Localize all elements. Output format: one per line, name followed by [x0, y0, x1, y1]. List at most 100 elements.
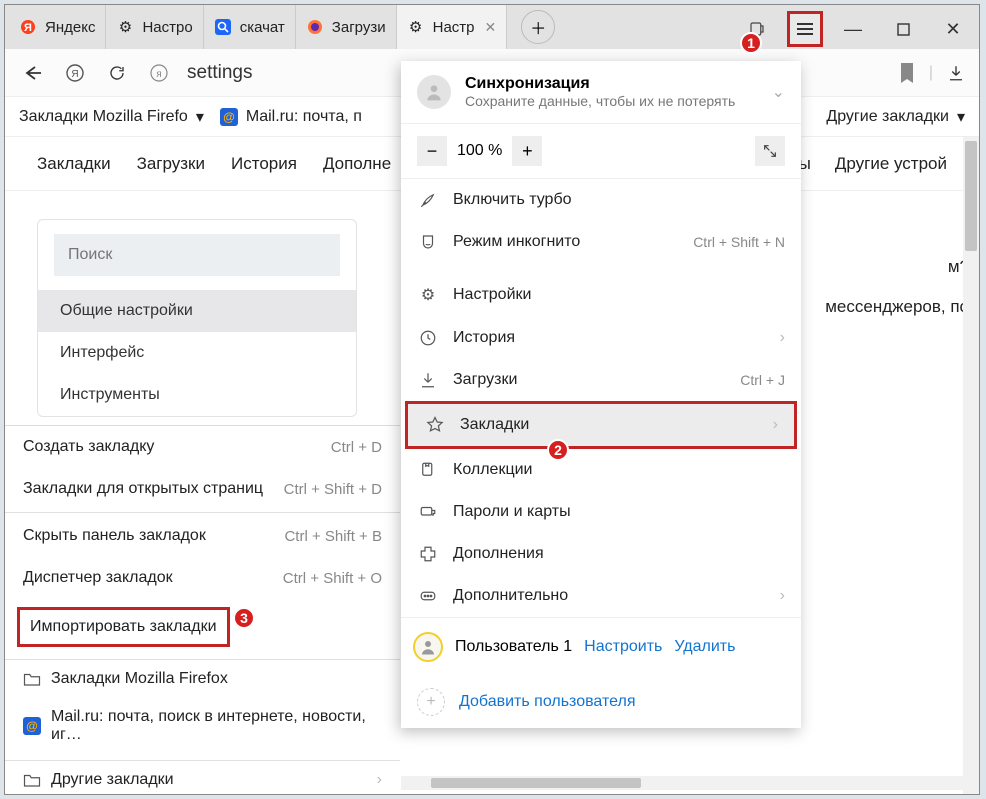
nav-other-devices[interactable]: Другие устрой [835, 154, 947, 174]
sync-subtitle: Сохраните данные, чтобы их не потерять [465, 93, 735, 109]
menu-label: Пароли и карты [453, 503, 571, 521]
star-icon [424, 416, 446, 434]
submenu-bookmark-manager[interactable]: Диспетчер закладок Ctrl + Shift + O [5, 557, 400, 599]
user-configure-link[interactable]: Настроить [584, 638, 662, 656]
nav-history[interactable]: История [231, 154, 297, 174]
close-window-button[interactable]: ✕ [933, 13, 973, 45]
menu-label: Коллекции [453, 461, 532, 479]
shortcut-text: Ctrl + Shift + N [693, 234, 785, 250]
callout-badge-1: 1 [740, 32, 762, 54]
user-delete-link[interactable]: Удалить [674, 638, 735, 656]
tab-firefox[interactable]: Загрузи [296, 5, 397, 49]
sidebar-item-tools[interactable]: Инструменты [38, 374, 356, 416]
sidebar-item-interface[interactable]: Интерфейс [38, 332, 356, 374]
maximize-button[interactable] [883, 13, 923, 45]
callout-badge-2: 2 [547, 439, 569, 461]
menu-settings[interactable]: ⚙ Настройки [401, 273, 801, 317]
main-menu-button[interactable] [787, 11, 823, 47]
bookmark-mailru[interactable]: @ Mail.ru: почта, п [220, 108, 362, 126]
mailru-icon: @ [220, 108, 238, 126]
menu-incognito[interactable]: Режим инкогнито Ctrl + Shift + N [401, 221, 801, 263]
tab-strip: Я Яндекс ⚙ Настро скачат Загрузи ⚙ Настр… [5, 5, 979, 49]
menu-label: Импортировать закладки [30, 618, 217, 635]
other-bookmarks[interactable]: Другие закладки ▾ [826, 107, 965, 127]
close-icon[interactable]: ✕ [485, 19, 497, 36]
tab-settings-active[interactable]: ⚙ Настр ✕ [397, 5, 508, 49]
submenu-folder-other[interactable]: Другие закладки › [5, 760, 400, 795]
submenu-bookmark-open-tabs[interactable]: Закладки для открытых страниц Ctrl + Shi… [5, 468, 400, 510]
menu-add-user[interactable]: + Добавить пользователя [401, 676, 801, 728]
menu-addons[interactable]: Дополнения [401, 533, 801, 575]
nav-downloads[interactable]: Загрузки [137, 154, 205, 174]
callout-badge-3: 3 [233, 607, 255, 629]
menu-label: Настройки [453, 286, 531, 304]
menu-bookmarks[interactable]: Закладки › [408, 404, 794, 446]
tab-label: Загрузи [332, 19, 386, 36]
tab-settings-1[interactable]: ⚙ Настро [106, 5, 203, 49]
yandex-icon: Я [19, 18, 37, 36]
menu-label: Включить турбо [453, 191, 572, 209]
bookmark-folder-firefox[interactable]: Закладки Mozilla Firefo ▾ [19, 107, 204, 127]
menu-passwords[interactable]: Пароли и карты [401, 491, 801, 533]
bookmark-label: Mail.ru: почта, п [246, 108, 362, 126]
bookmark-label: Другие закладки [826, 108, 949, 126]
submenu-hide-bar[interactable]: Скрыть панель закладок Ctrl + Shift + B [5, 512, 400, 557]
reload-button[interactable] [103, 59, 131, 87]
chevron-down-icon: ▾ [196, 107, 204, 127]
svg-text:Я: Я [71, 69, 78, 80]
sidebar-item-general[interactable]: Общие настройки [38, 290, 356, 332]
horizontal-scrollbar[interactable] [401, 776, 967, 790]
folder-label: Mail.ru: почта, поиск в интернете, новос… [51, 708, 382, 744]
nav-bookmarks[interactable]: Закладки [37, 154, 111, 174]
new-tab-button[interactable]: ＋ [521, 10, 555, 44]
more-icon [417, 587, 439, 605]
svg-text:Я: Я [24, 22, 32, 34]
submenu-create-bookmark[interactable]: Создать закладку Ctrl + D [5, 426, 400, 468]
address-text[interactable]: settings [187, 62, 252, 84]
settings-search-input[interactable] [54, 234, 340, 276]
user-name: Пользователь 1 [455, 638, 572, 656]
menu-zoom-row: − 100 % + [401, 124, 801, 179]
gear-icon: ⚙ [417, 285, 439, 305]
puzzle-icon [417, 545, 439, 563]
bookmark-page-icon[interactable] [899, 63, 915, 83]
svg-text:@: @ [223, 110, 235, 124]
menu-collections[interactable]: Коллекции [401, 449, 801, 491]
menu-downloads[interactable]: Загрузки Ctrl + J [401, 359, 801, 401]
minimize-button[interactable]: — [833, 13, 873, 45]
shortcut-text: Ctrl + J [740, 372, 785, 388]
menu-user-row: Пользователь 1 Настроить Удалить [401, 617, 801, 676]
submenu-import-bookmarks[interactable]: Импортировать закладки 3 [5, 599, 400, 655]
menu-turbo[interactable]: Включить турбо [401, 179, 801, 221]
rocket-icon [417, 191, 439, 209]
submenu-folder-firefox[interactable]: Закладки Mozilla Firefox [5, 659, 400, 698]
folder-label: Закладки Mozilla Firefox [51, 670, 228, 688]
chevron-right-icon: › [780, 587, 785, 605]
fullscreen-button[interactable] [755, 136, 785, 166]
folder-icon [23, 772, 41, 788]
tableau-button[interactable]: Я [61, 59, 89, 87]
folder-icon [23, 671, 41, 687]
tab-label: Настр [433, 19, 475, 36]
gear-icon: ⚙ [407, 18, 425, 36]
zoom-in-button[interactable]: + [512, 136, 542, 166]
menu-more[interactable]: Дополнительно › [401, 575, 801, 617]
submenu-bookmark-mailru[interactable]: @ Mail.ru: почта, поиск в интернете, нов… [5, 698, 400, 754]
menu-history[interactable]: История › [401, 317, 801, 359]
menu-label: Закладки [460, 416, 529, 434]
menu-sync[interactable]: Синхронизация Сохраните данные, чтобы их… [401, 61, 801, 124]
zoom-out-button[interactable]: − [417, 136, 447, 166]
menu-label: Добавить пользователя [459, 693, 635, 711]
tab-download-search[interactable]: скачат [204, 5, 296, 49]
tab-yandex[interactable]: Я Яндекс [9, 5, 106, 49]
menu-label: Дополнения [453, 545, 544, 563]
chevron-down-icon: ⌄ [772, 82, 785, 102]
vertical-scrollbar[interactable] [963, 137, 979, 794]
menu-label: Дополнительно [453, 587, 568, 605]
downloads-icon[interactable] [947, 64, 965, 82]
site-icon: я [145, 59, 173, 87]
nav-addons[interactable]: Дополне [323, 154, 391, 174]
back-button[interactable] [19, 59, 47, 87]
download-icon [417, 371, 439, 389]
zoom-value: 100 % [457, 142, 502, 160]
